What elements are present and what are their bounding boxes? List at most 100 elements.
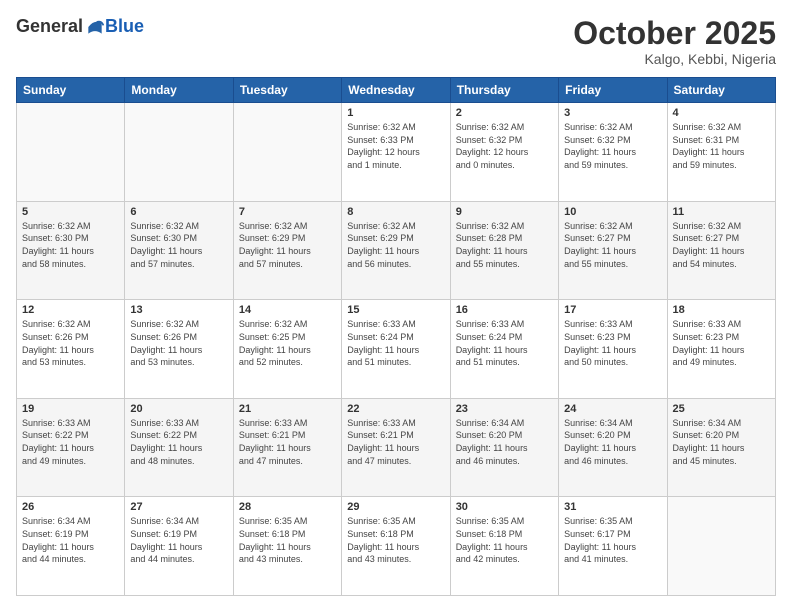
calendar-header-row: Sunday Monday Tuesday Wednesday Thursday… <box>17 78 776 103</box>
table-cell: 31 Sunrise: 6:35 AM Sunset: 6:17 PM Dayli… <box>559 497 667 596</box>
day-number: 25 <box>673 403 770 415</box>
day-info: Sunrise: 6:32 AM Sunset: 6:30 PM Dayligh… <box>22 220 119 270</box>
day-info: Sunrise: 6:32 AM Sunset: 6:32 PM Dayligh… <box>456 121 553 171</box>
calendar-week-row: 12 Sunrise: 6:32 AM Sunset: 6:26 PM Dayli… <box>17 300 776 399</box>
day-info: Sunrise: 6:32 AM Sunset: 6:30 PM Dayligh… <box>130 220 227 270</box>
day-info: Sunrise: 6:33 AM Sunset: 6:24 PM Dayligh… <box>347 318 444 368</box>
table-cell: 29 Sunrise: 6:35 AM Sunset: 6:18 PM Dayli… <box>342 497 450 596</box>
day-number: 5 <box>22 206 119 218</box>
table-cell: 25 Sunrise: 6:34 AM Sunset: 6:20 PM Dayli… <box>667 398 775 497</box>
table-cell: 7 Sunrise: 6:32 AM Sunset: 6:29 PM Daylig… <box>233 201 341 300</box>
table-cell: 11 Sunrise: 6:32 AM Sunset: 6:27 PM Dayli… <box>667 201 775 300</box>
day-info: Sunrise: 6:34 AM Sunset: 6:19 PM Dayligh… <box>130 515 227 565</box>
day-info: Sunrise: 6:33 AM Sunset: 6:21 PM Dayligh… <box>347 417 444 467</box>
day-number: 30 <box>456 501 553 513</box>
table-cell: 20Sunrise: 6:33 AM Sunset: 6:22 PM Dayli… <box>125 398 233 497</box>
day-number: 18 <box>673 304 770 316</box>
day-info: Sunrise: 6:34 AM Sunset: 6:19 PM Dayligh… <box>22 515 119 565</box>
day-number: 24 <box>564 403 661 415</box>
day-number: 7 <box>239 206 336 218</box>
day-info: Sunrise: 6:32 AM Sunset: 6:28 PM Dayligh… <box>456 220 553 270</box>
day-info: Sunrise: 6:34 AM Sunset: 6:20 PM Dayligh… <box>456 417 553 467</box>
table-cell: 17 Sunrise: 6:33 AM Sunset: 6:23 PM Dayli… <box>559 300 667 399</box>
table-cell: 13 Sunrise: 6:32 AM Sunset: 6:26 PM Dayli… <box>125 300 233 399</box>
table-cell: 22 Sunrise: 6:33 AM Sunset: 6:21 PM Dayli… <box>342 398 450 497</box>
day-info: Sunrise: 6:35 AM Sunset: 6:18 PM Dayligh… <box>456 515 553 565</box>
day-number: 9 <box>456 206 553 218</box>
day-number: 12 <box>22 304 119 316</box>
day-number: 13 <box>130 304 227 316</box>
day-info: Sunrise: 6:32 AM Sunset: 6:26 PM Dayligh… <box>22 318 119 368</box>
day-info: Sunrise: 6:33 AM Sunset: 6:21 PM Dayligh… <box>239 417 336 467</box>
table-cell: 14 Sunrise: 6:32 AM Sunset: 6:25 PM Dayli… <box>233 300 341 399</box>
day-info: Sunrise: 6:32 AM Sunset: 6:33 PM Dayligh… <box>347 121 444 171</box>
calendar-week-row: 1 Sunrise: 6:32 AM Sunset: 6:33 PM Daylig… <box>17 103 776 202</box>
day-info: Sunrise: 6:35 AM Sunset: 6:18 PM Dayligh… <box>347 515 444 565</box>
day-info: Sunrise: 6:32 AM Sunset: 6:25 PM Dayligh… <box>239 318 336 368</box>
table-cell: 24 Sunrise: 6:34 AM Sunset: 6:20 PM Dayli… <box>559 398 667 497</box>
day-number: 4 <box>673 107 770 119</box>
day-info: Sunrise: 6:33 AM Sunset: 6:23 PM Dayligh… <box>673 318 770 368</box>
day-number: 3 <box>564 107 661 119</box>
day-number: 23 <box>456 403 553 415</box>
table-cell: 28Sunrise: 6:35 AM Sunset: 6:18 PM Dayli… <box>233 497 341 596</box>
table-cell: 12 Sunrise: 6:32 AM Sunset: 6:26 PM Dayli… <box>17 300 125 399</box>
day-number: 22 <box>347 403 444 415</box>
table-cell: 21Sunrise: 6:33 AM Sunset: 6:21 PM Dayli… <box>233 398 341 497</box>
day-info: Sunrise: 6:32 AM Sunset: 6:26 PM Dayligh… <box>130 318 227 368</box>
day-info: Sunrise: 6:32 AM Sunset: 6:27 PM Dayligh… <box>673 220 770 270</box>
table-cell: 3 Sunrise: 6:32 AM Sunset: 6:32 PM Daylig… <box>559 103 667 202</box>
day-info: Sunrise: 6:32 AM Sunset: 6:29 PM Dayligh… <box>239 220 336 270</box>
day-number: 14 <box>239 304 336 316</box>
logo: General Blue <box>16 16 144 37</box>
day-number: 11 <box>673 206 770 218</box>
day-info: Sunrise: 6:35 AM Sunset: 6:17 PM Dayligh… <box>564 515 661 565</box>
day-info: Sunrise: 6:35 AM Sunset: 6:18 PM Dayligh… <box>239 515 336 565</box>
logo-icon <box>85 17 105 37</box>
table-cell: 2 Sunrise: 6:32 AM Sunset: 6:32 PM Daylig… <box>450 103 558 202</box>
day-number: 6 <box>130 206 227 218</box>
table-cell: 6 Sunrise: 6:32 AM Sunset: 6:30 PM Daylig… <box>125 201 233 300</box>
location-subtitle: Kalgo, Kebbi, Nigeria <box>573 51 776 67</box>
table-cell: 1 Sunrise: 6:32 AM Sunset: 6:33 PM Daylig… <box>342 103 450 202</box>
title-area: October 2025 Kalgo, Kebbi, Nigeria <box>573 16 776 67</box>
day-info: Sunrise: 6:33 AM Sunset: 6:23 PM Dayligh… <box>564 318 661 368</box>
table-cell: 15 Sunrise: 6:33 AM Sunset: 6:24 PM Dayli… <box>342 300 450 399</box>
day-number: 19 <box>22 403 119 415</box>
calendar-week-row: 19Sunrise: 6:33 AM Sunset: 6:22 PM Dayli… <box>17 398 776 497</box>
col-friday: Friday <box>559 78 667 103</box>
day-info: Sunrise: 6:32 AM Sunset: 6:27 PM Dayligh… <box>564 220 661 270</box>
table-cell: 26Sunrise: 6:34 AM Sunset: 6:19 PM Dayli… <box>17 497 125 596</box>
calendar-table: Sunday Monday Tuesday Wednesday Thursday… <box>16 77 776 596</box>
day-info: Sunrise: 6:34 AM Sunset: 6:20 PM Dayligh… <box>564 417 661 467</box>
day-info: Sunrise: 6:32 AM Sunset: 6:32 PM Dayligh… <box>564 121 661 171</box>
col-saturday: Saturday <box>667 78 775 103</box>
day-number: 20 <box>130 403 227 415</box>
day-number: 29 <box>347 501 444 513</box>
day-number: 17 <box>564 304 661 316</box>
logo-general: General <box>16 16 83 37</box>
col-wednesday: Wednesday <box>342 78 450 103</box>
table-cell: 5 Sunrise: 6:32 AM Sunset: 6:30 PM Daylig… <box>17 201 125 300</box>
table-cell: 8 Sunrise: 6:32 AM Sunset: 6:29 PM Daylig… <box>342 201 450 300</box>
day-info: Sunrise: 6:34 AM Sunset: 6:20 PM Dayligh… <box>673 417 770 467</box>
logo-blue: Blue <box>105 16 144 37</box>
col-thursday: Thursday <box>450 78 558 103</box>
calendar-week-row: 26Sunrise: 6:34 AM Sunset: 6:19 PM Dayli… <box>17 497 776 596</box>
table-cell: 9 Sunrise: 6:32 AM Sunset: 6:28 PM Daylig… <box>450 201 558 300</box>
day-number: 10 <box>564 206 661 218</box>
day-info: Sunrise: 6:32 AM Sunset: 6:29 PM Dayligh… <box>347 220 444 270</box>
calendar-week-row: 5 Sunrise: 6:32 AM Sunset: 6:30 PM Daylig… <box>17 201 776 300</box>
table-cell: 18 Sunrise: 6:33 AM Sunset: 6:23 PM Dayli… <box>667 300 775 399</box>
month-title: October 2025 <box>573 16 776 51</box>
table-cell: 16Sunrise: 6:33 AM Sunset: 6:24 PM Dayli… <box>450 300 558 399</box>
day-number: 1 <box>347 107 444 119</box>
table-cell: 4 Sunrise: 6:32 AM Sunset: 6:31 PM Daylig… <box>667 103 775 202</box>
logo-text: General Blue <box>16 16 144 37</box>
table-cell <box>667 497 775 596</box>
day-info: Sunrise: 6:32 AM Sunset: 6:31 PM Dayligh… <box>673 121 770 171</box>
day-number: 2 <box>456 107 553 119</box>
day-number: 15 <box>347 304 444 316</box>
day-number: 8 <box>347 206 444 218</box>
day-number: 31 <box>564 501 661 513</box>
